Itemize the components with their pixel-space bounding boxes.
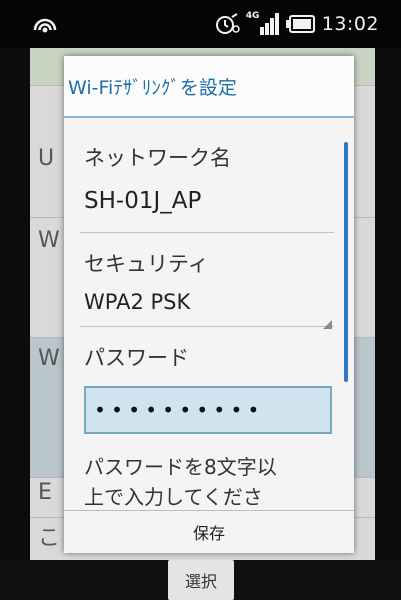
- network-name-underline: [80, 232, 334, 233]
- password-hint: パスワードを8文字以 上で入力してくださ: [84, 452, 334, 512]
- hotspot-icon: [33, 18, 57, 33]
- list-item-label: E: [38, 480, 52, 505]
- clock: 13:02: [321, 13, 379, 35]
- dialog-title: Wi-Fiﾃｻﾞﾘﾝｸﾞを設定: [64, 56, 354, 118]
- dropdown-arrow-icon[interactable]: [323, 320, 332, 329]
- signal-icon: 4G: [246, 11, 280, 37]
- battery-icon: [285, 15, 315, 33]
- list-item-label: W: [38, 228, 60, 253]
- password-hint-line: 上で入力してくださ: [84, 485, 263, 509]
- security-underline: [80, 326, 334, 327]
- password-hint-line: パスワードを8文字以: [84, 455, 277, 479]
- list-item-label: こ: [38, 526, 61, 551]
- select-softkey[interactable]: 選択: [168, 560, 234, 600]
- security-label: セキュリティ: [84, 252, 209, 276]
- save-button[interactable]: 保存: [78, 515, 340, 549]
- password-dots: ••••••••••: [94, 398, 265, 422]
- network-name-field[interactable]: SH-01J_AP: [84, 188, 201, 214]
- network-name-label: ネットワーク名: [84, 146, 231, 170]
- scroll-indicator[interactable]: [344, 142, 348, 382]
- dialog-footer: 保存: [64, 510, 354, 553]
- password-input[interactable]: ••••••••••: [84, 386, 332, 434]
- wifi-tethering-dialog: Wi-Fiﾃｻﾞﾘﾝｸﾞを設定 ネットワーク名 SH-01J_AP セキュリティ…: [64, 56, 354, 553]
- alarm-icon: [215, 13, 240, 34]
- list-item-label: W: [38, 346, 60, 371]
- bottom-softkey-bar: 選択: [0, 560, 401, 600]
- status-bar: 4G 13:02: [0, 0, 401, 48]
- password-label: パスワード: [84, 346, 189, 370]
- security-select[interactable]: WPA2 PSK: [84, 290, 190, 314]
- list-item-label: U: [38, 146, 55, 171]
- status-icons: 4G 13:02: [214, 10, 379, 38]
